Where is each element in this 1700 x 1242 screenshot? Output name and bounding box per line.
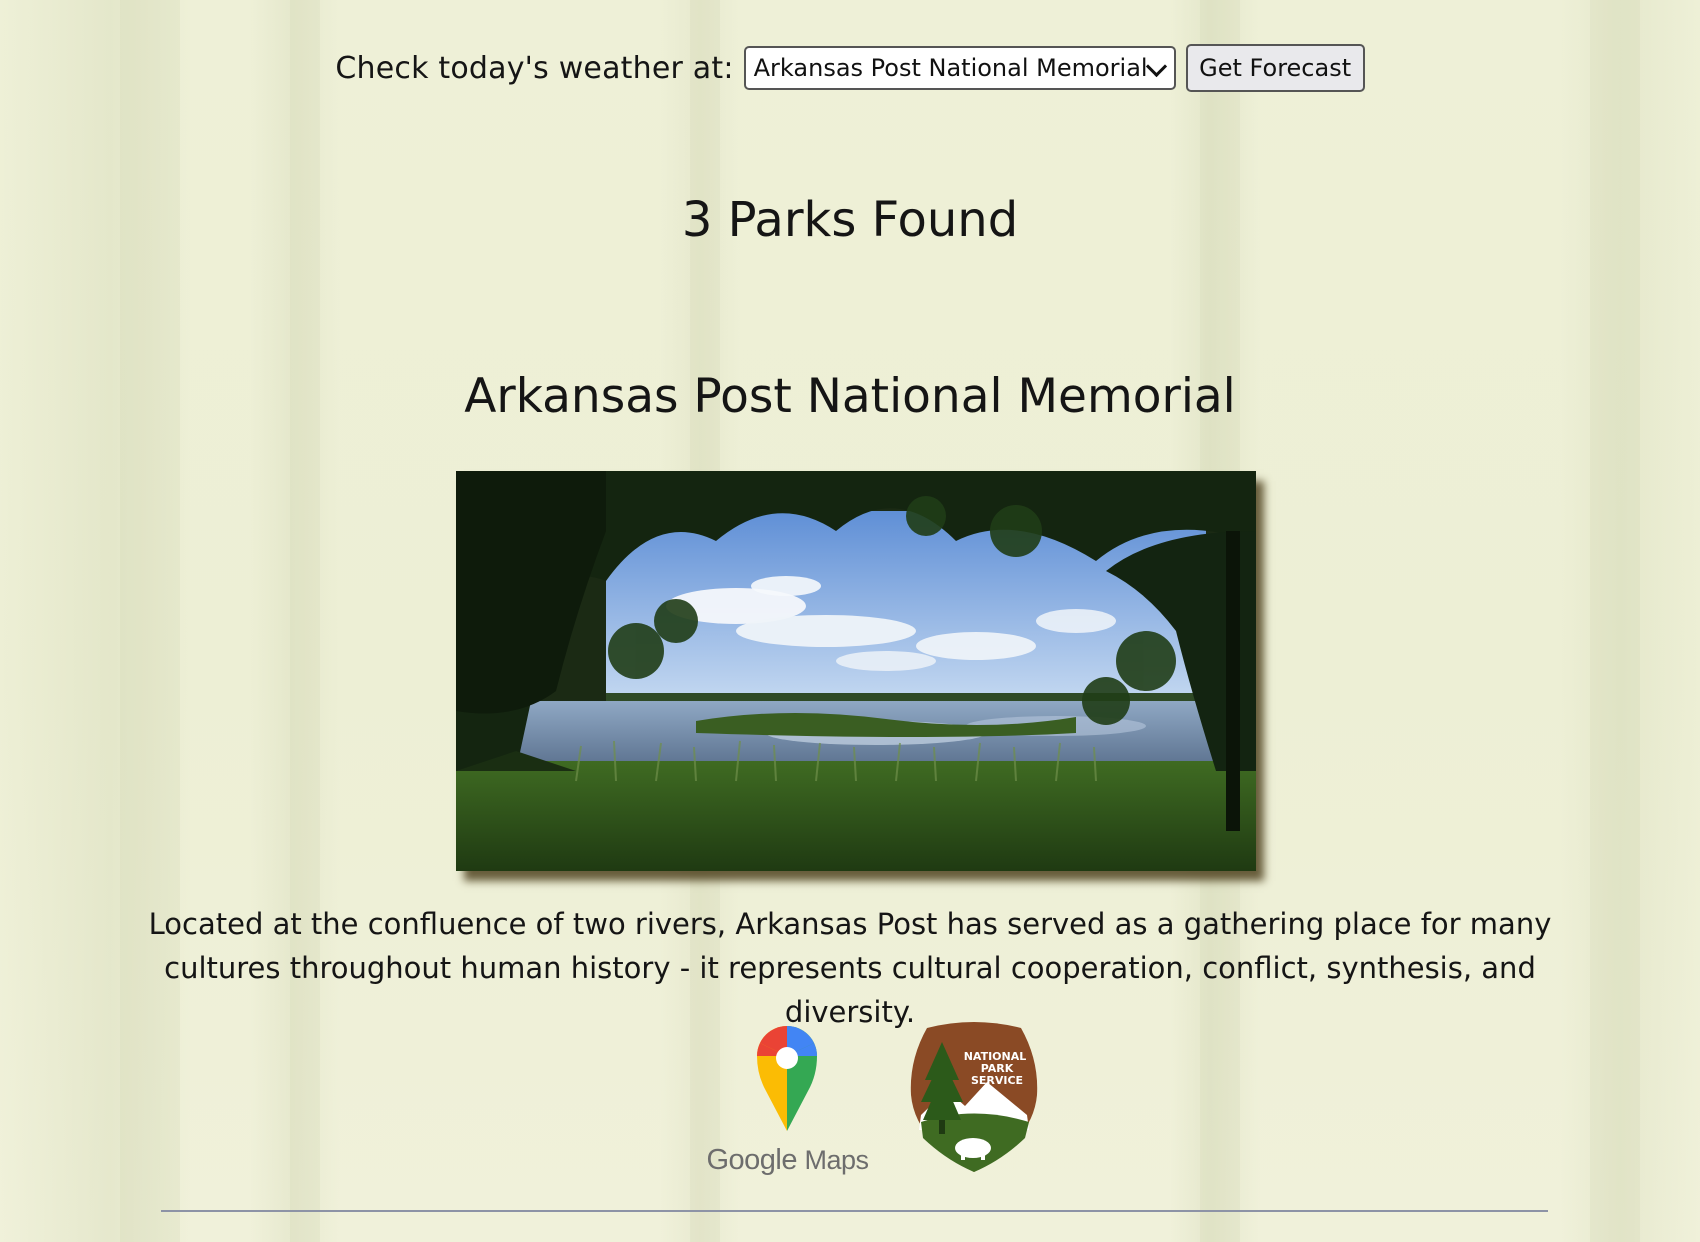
park-select-dropdown[interactable]: Arkansas Post National Memorial bbox=[743, 46, 1176, 90]
nps-link[interactable]: NATIONAL PARK SERVICE bbox=[907, 1020, 1041, 1175]
park-links: Google Maps NATIONAL PARK SERVICE bbox=[0, 1020, 1700, 1190]
get-forecast-button[interactable]: Get Forecast bbox=[1185, 44, 1365, 92]
google-maps-pin-icon bbox=[757, 1026, 817, 1131]
weather-label: Check today's weather at: bbox=[335, 50, 734, 86]
park-description: Located at the confluence of two rivers,… bbox=[148, 907, 1552, 1029]
svg-text:SERVICE: SERVICE bbox=[971, 1074, 1023, 1087]
google-maps-link[interactable]: Google Maps bbox=[700, 1020, 875, 1185]
results-count-heading: 3 Parks Found bbox=[681, 192, 1019, 248]
chevron-down-icon bbox=[1145, 55, 1167, 78]
park-select-value: Arkansas Post National Memorial bbox=[753, 54, 1148, 82]
park-name-heading: Arkansas Post National Memorial bbox=[464, 369, 1236, 424]
park-photo bbox=[456, 471, 1256, 871]
nps-arrowhead-icon: NATIONAL PARK SERVICE bbox=[910, 1022, 1038, 1172]
google-maps-wordmark: Google Maps bbox=[706, 1144, 869, 1176]
weather-bar: Check today's weather at: Arkansas Post … bbox=[0, 44, 1700, 92]
section-divider bbox=[161, 1210, 1548, 1212]
